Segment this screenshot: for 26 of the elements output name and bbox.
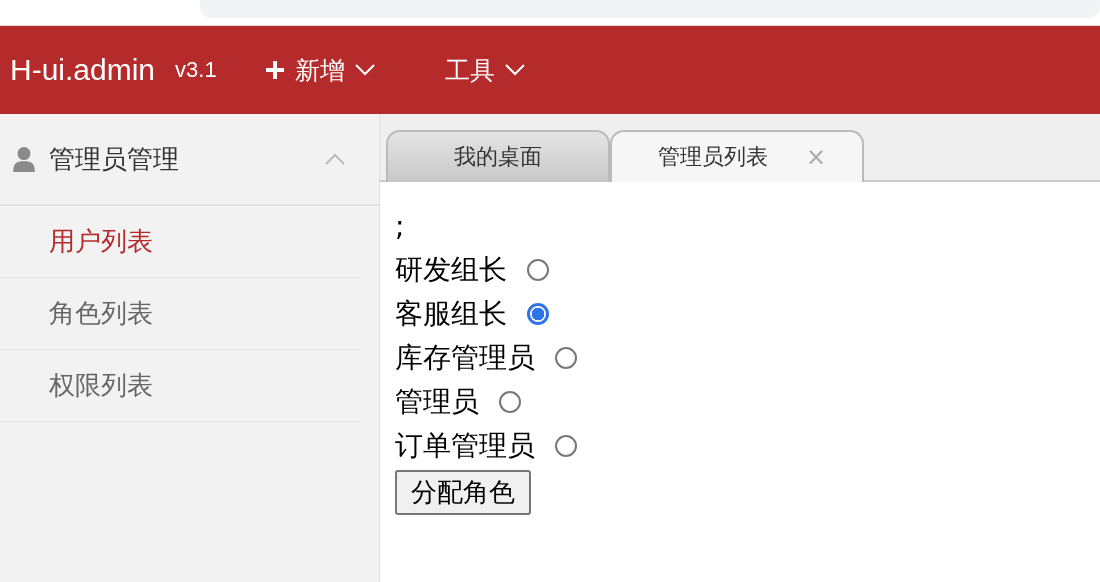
logo[interactable]: H-ui.admin (10, 53, 156, 87)
tab[interactable]: 管理员列表 × (610, 130, 864, 182)
sidebar-item[interactable]: 权限列表 (0, 350, 361, 422)
radio-button[interactable] (555, 347, 577, 369)
user-icon (13, 146, 35, 172)
role-label: 研发组长 (395, 252, 507, 288)
role-label: 客服组长 (395, 296, 507, 332)
plus-icon (264, 60, 285, 80)
assign-role-button[interactable]: 分配角色 (395, 470, 531, 515)
radio-button[interactable] (555, 435, 577, 457)
chevron-down-icon (504, 64, 525, 76)
radio-button[interactable] (527, 259, 549, 281)
menu-button[interactable]: 工具 (444, 53, 525, 87)
version-label: v3.1 (175, 57, 217, 83)
role-label: 管理员 (395, 384, 479, 420)
chevron-down-icon (354, 64, 375, 76)
tab[interactable]: 我的桌面 (386, 130, 610, 182)
radio-button[interactable] (499, 391, 521, 413)
radio-button[interactable] (527, 303, 549, 325)
sidebar-item[interactable]: 角色列表 (0, 278, 361, 350)
menu-group-header[interactable]: 管理员管理 (0, 114, 379, 206)
semicolon-text: ; (395, 208, 406, 245)
sidebar-item[interactable]: 用户列表 (0, 206, 361, 278)
menu-button[interactable]: 新增 (264, 53, 375, 87)
role-label: 库存管理员 (395, 340, 535, 376)
role-label: 订单管理员 (395, 428, 535, 464)
